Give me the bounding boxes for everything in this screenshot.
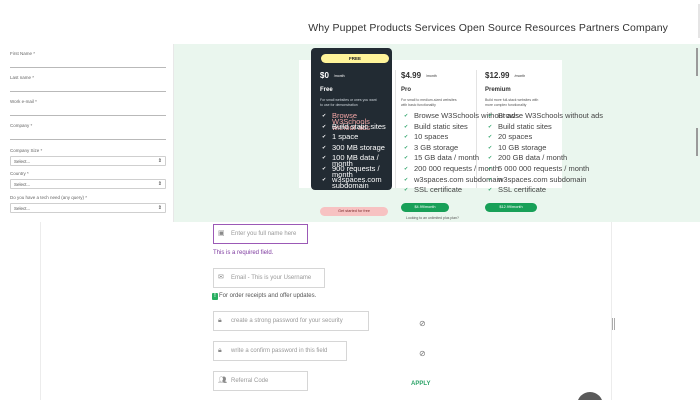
premium-price: $12.99/month [485, 71, 526, 80]
check-icon: ✔ [322, 134, 327, 141]
check-icon: ✔ [322, 123, 327, 130]
free-badge: FREE [321, 54, 389, 63]
nav-links[interactable]: Why Puppet Products Services Open Source… [308, 22, 668, 34]
list-item: ✔ SSL certificate [488, 185, 547, 195]
company-size-label: Company Size * [10, 148, 43, 153]
envelope-icon: ✉ [218, 274, 224, 281]
upgrade-note[interactable]: Looking to an unlimited plus plan? [406, 216, 459, 220]
check-icon: ✔ [404, 123, 409, 130]
full-name-input[interactable]: ▣ Enter you full name here [213, 224, 308, 244]
email-note: ! For order receipts and offer updates. [212, 293, 317, 300]
check-icon: ✔ [488, 134, 493, 141]
password-placeholder: create a strong password for your securi… [231, 318, 343, 324]
premium-plan-desc: Build more full-stack websites with more… [485, 98, 539, 107]
company-size-field[interactable]: Company Size * Select... ⇕ [10, 148, 166, 166]
check-icon: ✔ [488, 113, 493, 119]
free-plan-desc: For small websites or ones you want to u… [320, 98, 377, 107]
pro-plan-desc: For small to medium-sized websites with … [401, 98, 457, 107]
check-icon: ✔ [322, 144, 327, 151]
tech-need-value: Select... [14, 206, 31, 211]
premium-feature-list: ✔ Browse W3Schools without ads ✔ Build sta… [487, 112, 603, 198]
tech-need-select[interactable]: Select... ⇕ [10, 203, 166, 213]
company-label: Company * [10, 123, 33, 128]
referral-placeholder: Referral Code [231, 378, 269, 384]
pro-price: $4.99/month [401, 71, 437, 80]
check-icon: ✔ [488, 155, 493, 162]
free-price: $0/month [320, 71, 345, 80]
free-feature-list: ✔ Browse W3Schools without ads ✔ Build sta… [321, 112, 392, 190]
work-email-field[interactable]: Work e-mail * [10, 99, 166, 116]
scrollbar-mark[interactable] [696, 48, 698, 76]
check-icon: ✔ [404, 134, 409, 141]
list-item: ✔ w3spaces.com subdomain [322, 174, 382, 190]
tech-need-field[interactable]: Do you have a tech need (any query) * Se… [10, 195, 166, 213]
check-icon: ✔ [488, 165, 493, 172]
premium-plan-name: Premium [485, 87, 511, 93]
tech-need-label: Do you have a tech need (any query) * [10, 195, 88, 200]
country-label: Country * [10, 171, 29, 176]
country-select[interactable]: Select... ⇕ [10, 179, 166, 189]
last-name-label: Last name * [10, 75, 35, 80]
chevron-updown-icon: ⇕ [157, 205, 162, 211]
work-email-input[interactable] [10, 108, 166, 116]
confirm-password-input[interactable]: 🔒︎ write a confirm password in this fiel… [213, 341, 347, 361]
eye-slash-icon[interactable]: ⊘ [419, 349, 426, 358]
free-plan-name: Free [320, 87, 333, 93]
check-icon: ✔ [488, 123, 493, 130]
check-icon: ✔ [322, 113, 327, 119]
email-placeholder: Email - This is your Username [231, 275, 312, 281]
check-icon: ✔ [404, 144, 409, 151]
country-field[interactable]: Country * Select... ⇕ [10, 171, 166, 189]
apply-button[interactable]: APPLY [411, 381, 430, 387]
check-icon: ✔ [404, 176, 409, 183]
get-started-free-button[interactable]: Get started for free [320, 207, 388, 216]
pro-plan-button[interactable]: $4.99/month [401, 203, 449, 212]
check-icon: ✔ [404, 165, 409, 172]
chevron-updown-icon: ⇕ [157, 181, 162, 187]
check-icon: ✔ [404, 187, 409, 194]
first-name-field[interactable]: First Name * [10, 51, 166, 68]
top-nav: Why Puppet Products Services Open Source… [0, 0, 700, 44]
user-card-icon: ▣ [218, 230, 225, 237]
password-input[interactable]: 🔒︎ create a strong password for your sec… [213, 311, 369, 331]
company-input[interactable] [10, 132, 166, 140]
check-icon: ✔ [488, 176, 493, 183]
pro-plan-name: Pro [401, 87, 412, 93]
info-icon: ! [212, 293, 218, 300]
resize-grip[interactable] [612, 318, 615, 330]
check-icon: ✔ [488, 144, 493, 151]
last-name-field[interactable]: Last name * [10, 75, 166, 92]
check-icon: ✔ [322, 165, 327, 172]
company-size-select[interactable]: Select... ⇕ [10, 156, 166, 166]
plan-divider [395, 70, 396, 188]
users-icon: 👥︎ [218, 377, 227, 384]
first-name-label: First Name * [10, 51, 36, 56]
eye-slash-icon[interactable]: ⊘ [419, 319, 426, 328]
lock-icon: 🔒︎ [218, 347, 222, 354]
full-name-error: This is a required field. [213, 250, 274, 256]
lock-icon: 🔒︎ [218, 317, 222, 324]
premium-plan-button[interactable]: $12.99/month [485, 203, 537, 212]
referral-code-input[interactable]: 👥︎ Referral Code [213, 371, 308, 391]
work-email-label: Work e-mail * [10, 99, 37, 104]
last-name-input[interactable] [10, 84, 166, 92]
plan-card-free: FREE $0/month Free For small websites or… [311, 48, 392, 190]
email-input[interactable]: ✉ Email - This is your Username [213, 268, 325, 288]
company-field[interactable]: Company * [10, 123, 166, 140]
signup-form: First Name * Last name * Work e-mail * C… [0, 44, 174, 222]
chevron-updown-icon: ⇕ [157, 158, 162, 164]
check-icon: ✔ [404, 113, 409, 119]
scrollbar-mark[interactable] [696, 128, 698, 156]
full-name-placeholder: Enter you full name here [231, 231, 297, 237]
check-icon: ✔ [488, 187, 493, 194]
check-icon: ✔ [322, 176, 327, 183]
country-value: Select... [14, 182, 31, 187]
check-icon: ✔ [404, 155, 409, 162]
email-note-text: For order receipts and offer updates. [219, 293, 317, 299]
first-name-input[interactable] [10, 60, 166, 68]
confirm-password-placeholder: write a confirm password in this field [231, 348, 328, 354]
check-icon: ✔ [322, 155, 327, 162]
company-size-value: Select... [14, 159, 31, 164]
